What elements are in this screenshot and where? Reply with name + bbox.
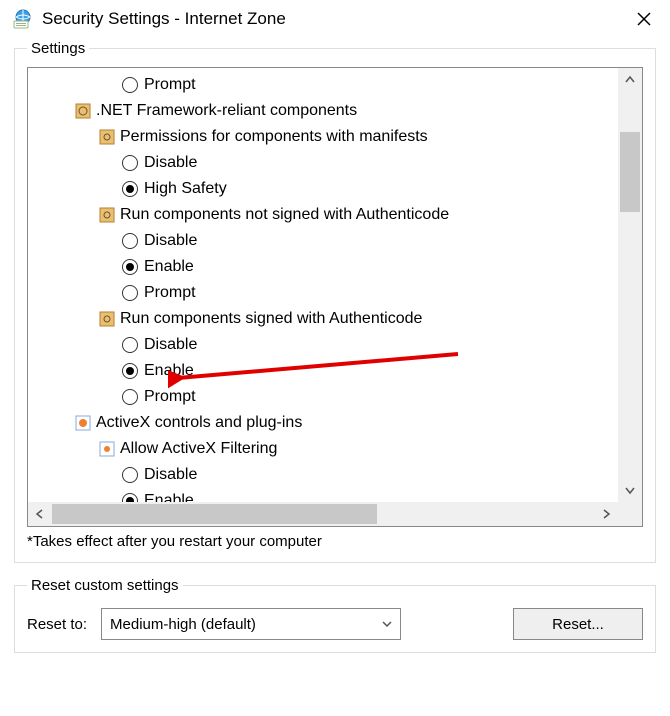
option-high-safety[interactable]: High Safety (28, 176, 618, 202)
radio-icon (122, 493, 138, 502)
option-label: Enable (144, 258, 194, 276)
subcat-run-unsigned: Run components not signed with Authentic… (28, 202, 618, 228)
titlebar: Security Settings - Internet Zone (0, 0, 670, 40)
scroll-left-icon[interactable] (28, 502, 52, 526)
option-prompt[interactable]: Prompt (28, 384, 618, 410)
option-label: Enable (144, 492, 194, 502)
option-label: Prompt (144, 388, 196, 406)
scroll-thumb[interactable] (52, 504, 377, 524)
radio-icon (122, 389, 138, 405)
subcategory-label: Allow ActiveX Filtering (120, 440, 277, 458)
option-label: Disable (144, 466, 197, 484)
scroll-track[interactable] (52, 502, 594, 526)
category-net-framework: .NET Framework-reliant components (28, 98, 618, 124)
option-label: Disable (144, 154, 197, 172)
gear-icon (98, 128, 116, 146)
scroll-right-icon[interactable] (594, 502, 618, 526)
window-title: Security Settings - Internet Zone (42, 9, 286, 29)
option-enable[interactable]: Enable (28, 254, 618, 280)
radio-icon (122, 337, 138, 353)
tree-content: Prompt .NET Framework-reliant components… (28, 68, 618, 502)
subcategory-label: Run components signed with Authenticode (120, 310, 422, 328)
option-label: Disable (144, 232, 197, 250)
reset-group: Reset custom settings Reset to: Medium-h… (14, 577, 656, 653)
category-activex: ActiveX controls and plug-ins (28, 410, 618, 436)
app-icon (12, 8, 34, 30)
option-enable[interactable]: Enable (28, 488, 618, 502)
option-label: Disable (144, 336, 197, 354)
settings-legend: Settings (27, 40, 89, 57)
option-disable[interactable]: Disable (28, 228, 618, 254)
radio-icon (122, 77, 138, 93)
close-button[interactable] (632, 11, 656, 27)
settings-tree: Prompt .NET Framework-reliant components… (27, 67, 643, 527)
subcategory-label: Permissions for components with manifest… (120, 128, 428, 146)
scroll-down-icon[interactable] (618, 478, 642, 502)
reset-level-select[interactable]: Medium-high (default) (101, 608, 401, 640)
radio-icon (122, 285, 138, 301)
option-prompt[interactable]: Prompt (28, 280, 618, 306)
radio-icon (122, 155, 138, 171)
vertical-scrollbar[interactable] (618, 68, 642, 502)
option-label: Prompt (144, 76, 196, 94)
option-label: Prompt (144, 284, 196, 302)
horizontal-scrollbar[interactable] (28, 502, 618, 526)
option-label: Enable (144, 362, 194, 380)
gear-icon (98, 310, 116, 328)
button-label: Reset... (552, 616, 604, 633)
activex-icon (98, 440, 116, 458)
chevron-down-icon (382, 619, 392, 629)
select-value: Medium-high (default) (110, 616, 256, 633)
option-disable[interactable]: Disable (28, 462, 618, 488)
gear-icon (98, 206, 116, 224)
scroll-thumb[interactable] (620, 132, 640, 212)
category-label: .NET Framework-reliant components (96, 102, 357, 120)
gear-icon (74, 102, 92, 120)
radio-icon (122, 181, 138, 197)
activex-icon (74, 414, 92, 432)
reset-legend: Reset custom settings (27, 577, 183, 594)
radio-icon (122, 467, 138, 483)
option-disable[interactable]: Disable (28, 332, 618, 358)
reset-button[interactable]: Reset... (513, 608, 643, 640)
subcat-run-signed: Run components signed with Authenticode (28, 306, 618, 332)
restart-note: *Takes effect after you restart your com… (27, 533, 643, 550)
scroll-up-icon[interactable] (618, 68, 642, 92)
subcat-permissions-manifests: Permissions for components with manifest… (28, 124, 618, 150)
option-label: High Safety (144, 180, 227, 198)
settings-group: Settings Prompt .NET Framework-reliant c… (14, 40, 656, 563)
radio-icon (122, 363, 138, 379)
reset-label: Reset to: (27, 616, 87, 633)
scrollbar-corner (618, 502, 642, 526)
radio-icon (122, 259, 138, 275)
subcat-activex-filtering: Allow ActiveX Filtering (28, 436, 618, 462)
option-prompt[interactable]: Prompt (28, 72, 618, 98)
category-label: ActiveX controls and plug-ins (96, 414, 302, 432)
radio-icon (122, 233, 138, 249)
scroll-track[interactable] (618, 92, 642, 478)
subcategory-label: Run components not signed with Authentic… (120, 206, 449, 224)
option-disable[interactable]: Disable (28, 150, 618, 176)
option-enable[interactable]: Enable (28, 358, 618, 384)
